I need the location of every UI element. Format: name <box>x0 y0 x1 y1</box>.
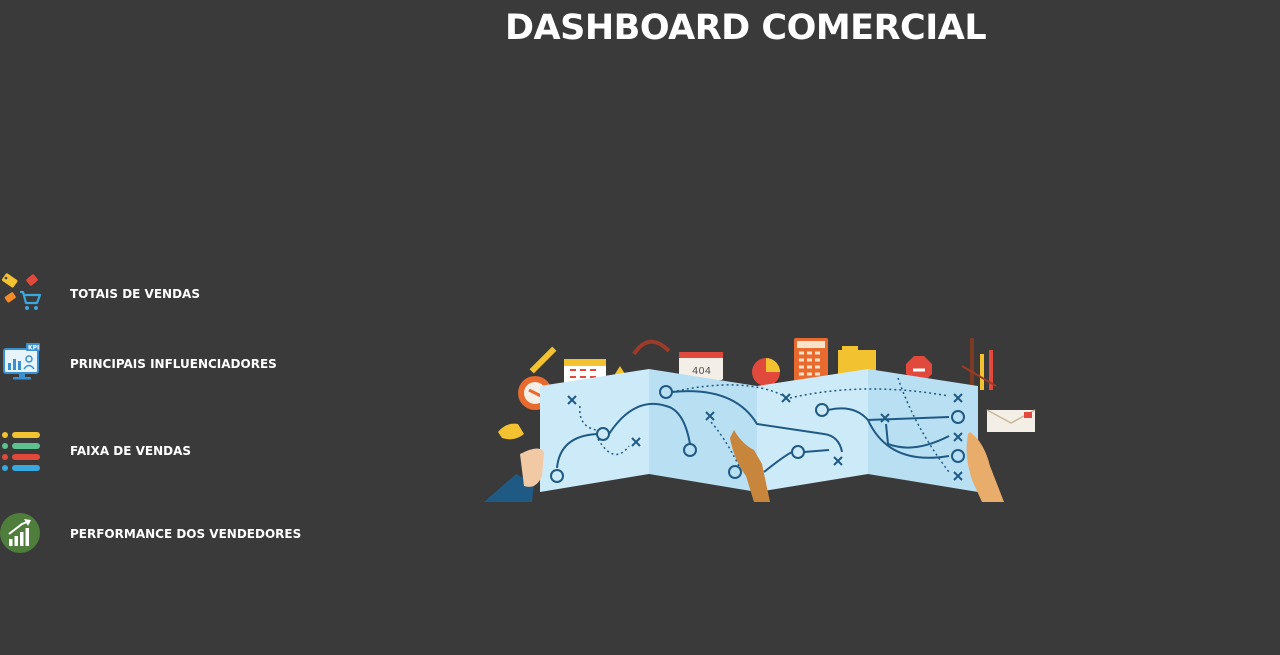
colored-list-icon <box>2 432 40 471</box>
strategy-map-illustration: 404 <box>484 338 1036 502</box>
page-title: DASHBOARD COMERCIAL <box>505 8 987 48</box>
sticker-text: 404 <box>692 366 711 377</box>
nav-item-label: FAIXA DE VENDAS <box>70 444 192 458</box>
nav-item-faixa-de-vendas[interactable]: FAIXA DE VENDAS <box>0 429 191 473</box>
growth-chart-icon <box>0 513 40 553</box>
nav-item-performance-dos-vendedores[interactable]: PERFORMANCE DOS VENDEDORES <box>0 512 301 556</box>
dashboard-page: DASHBOARD COMERCIAL TOTAIS DE VENDAS KPI <box>0 0 1280 655</box>
nav-item-principais-influenciadores[interactable]: KPI PRINCIPAIS INFLUENCIADORES <box>0 342 277 386</box>
nav-item-totais-de-vendas[interactable]: TOTAIS DE VENDAS <box>0 272 200 316</box>
kpi-monitor-icon: KPI <box>3 343 40 380</box>
nav-item-label: PRINCIPAIS INFLUENCIADORES <box>70 357 277 371</box>
price-tags-cart-icon <box>1 273 42 310</box>
nav-item-label: PERFORMANCE DOS VENDEDORES <box>70 527 302 541</box>
svg-text:KPI: KPI <box>28 345 39 352</box>
nav-item-label: TOTAIS DE VENDAS <box>70 287 200 301</box>
